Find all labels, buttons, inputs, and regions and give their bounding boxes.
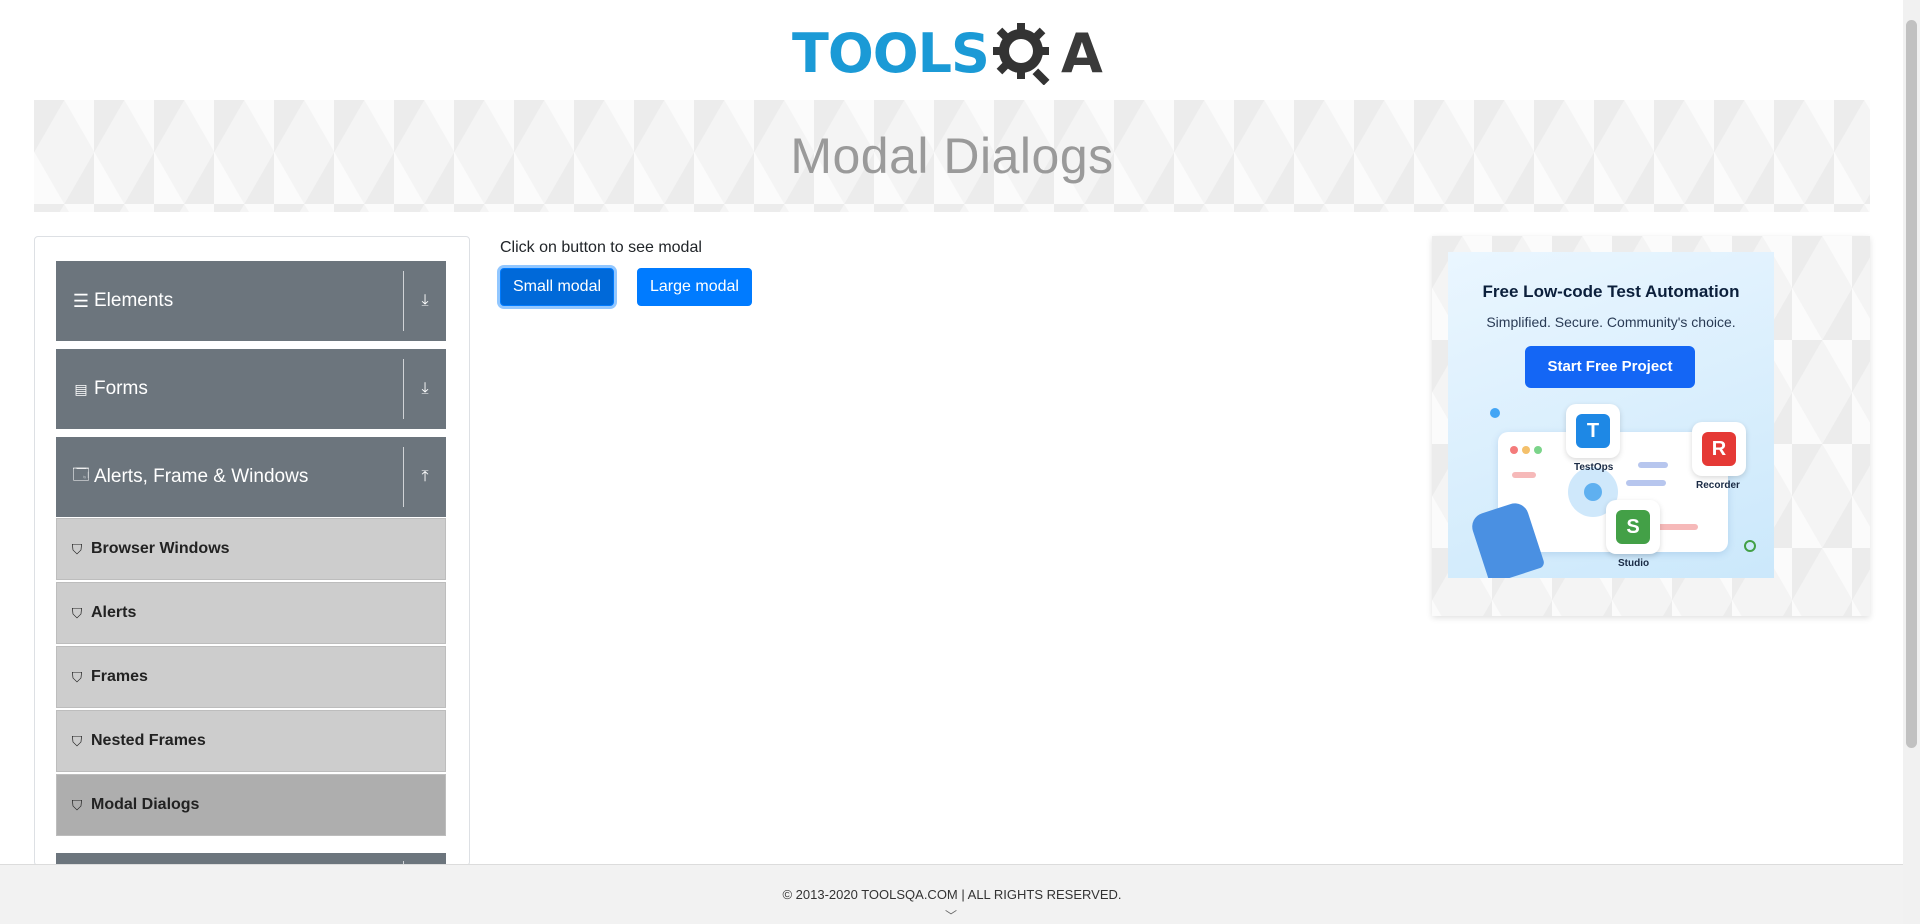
footer: © 2013-2020 TOOLSQA.COM | ALL RIGHTS RES… <box>0 864 1904 924</box>
dot-green <box>1534 446 1542 454</box>
small-modal-button[interactable]: Small modal <box>500 268 615 306</box>
bar <box>1626 480 1666 486</box>
html5-icon: ⛉ <box>71 604 83 621</box>
testops-tile: T <box>1566 404 1620 458</box>
html5-icon: ⛉ <box>71 796 83 813</box>
ad-container: Free Low-code Test Automation Simplified… <box>1432 236 1870 616</box>
html5-icon: ⛉ <box>71 732 83 749</box>
download-icon[interactable]: ⤓ <box>414 377 436 401</box>
html5-icon: ⛉ <box>71 540 83 557</box>
sidebar-group-elements[interactable]: ☰ Elements ⤓ <box>56 261 446 341</box>
logo-suffix: A <box>1060 21 1103 85</box>
bar <box>1512 472 1536 478</box>
instruction-text: Click on button to see modal <box>500 239 702 256</box>
large-modal-button[interactable]: Large modal <box>637 268 752 306</box>
toolsqa-logo[interactable]: TOOLS A <box>792 16 1116 90</box>
upload-icon[interactable]: ⤒ <box>414 465 436 489</box>
sidebar-item-nested-frames[interactable]: ⛉ Nested Frames <box>56 710 446 772</box>
testops-icon: T <box>1576 414 1610 448</box>
bar <box>1638 462 1668 468</box>
divider <box>403 271 404 331</box>
target-dot <box>1584 483 1602 501</box>
sidebar-group-label: 🗔 Alerts, Frame & Windows <box>72 464 308 491</box>
window-icon: 🗔 <box>72 466 90 484</box>
copyright-text: © 2013-2020 TOOLSQA.COM | ALL RIGHTS RES… <box>782 887 1122 902</box>
sidebar-item-browser-windows[interactable]: ⛉ Browser Windows <box>56 518 446 580</box>
sidebar-group-label: ☰ Elements <box>72 290 173 312</box>
ad-title: Free Low-code Test Automation <box>1482 282 1740 301</box>
document-icon: ▤ <box>74 380 88 397</box>
download-icon[interactable]: ⤓ <box>414 289 436 313</box>
sidebar-item-label: Nested Frames <box>91 732 206 749</box>
gear-magnifier-icon <box>992 23 1050 85</box>
scrollbar-thumb[interactable] <box>1906 20 1917 748</box>
hamburger-icon: ☰ <box>72 290 90 311</box>
ad-banner[interactable]: Free Low-code Test Automation Simplified… <box>1448 252 1774 578</box>
logo-text: TOOLS <box>792 21 990 85</box>
studio-icon: S <box>1616 510 1650 544</box>
deco-dot <box>1490 408 1500 418</box>
sidebar-item-label: Frames <box>91 668 148 685</box>
deco-ring <box>1744 540 1756 552</box>
header: TOOLS A <box>0 0 1900 100</box>
dot-yellow <box>1522 446 1530 454</box>
sidebar-item-label: Modal Dialogs <box>91 796 200 813</box>
sidebar-item-frames[interactable]: ⛉ Frames <box>56 646 446 708</box>
ad-subtitle: Simplified. Secure. Community's choice. <box>1486 314 1736 330</box>
sidebar-group-label: ▤ Forms <box>72 378 148 400</box>
divider <box>403 359 404 419</box>
sidebar-group-alerts-label: Alerts, Frame & Windows <box>94 466 309 487</box>
recorder-icon: R <box>1702 432 1736 466</box>
recorder-tile: R <box>1692 422 1746 476</box>
sidebar-group-alerts[interactable]: 🗔 Alerts, Frame & Windows ⤒ <box>56 437 446 517</box>
sidebar-group-forms[interactable]: ▤ Forms ⤓ <box>56 349 446 429</box>
sidebar-item-label: Browser Windows <box>91 540 230 557</box>
sidebar-group-elements-label: Elements <box>94 290 174 311</box>
studio-label: Studio <box>1618 558 1650 569</box>
sidebar-group-forms-label: Forms <box>94 378 148 399</box>
dot-red <box>1510 446 1518 454</box>
page-banner: Modal Dialogs <box>34 100 1870 212</box>
recorder-label: Recorder <box>1696 480 1740 491</box>
divider <box>403 447 404 507</box>
page-title: Modal Dialogs <box>790 128 1114 184</box>
scrollbar[interactable] <box>1903 0 1920 924</box>
chevron-down-icon[interactable]: ﹀ <box>945 907 957 924</box>
sidebar-item-modal-dialogs[interactable]: ⛉ Modal Dialogs <box>56 774 446 836</box>
start-free-project-button[interactable]: Start Free Project <box>1525 346 1695 388</box>
html5-icon: ⛉ <box>71 668 83 685</box>
sidebar: ☰ Elements ⤓ ▤ Forms ⤓ 🗔 Alerts, Frame &… <box>34 236 470 866</box>
sidebar-item-alerts[interactable]: ⛉ Alerts <box>56 582 446 644</box>
studio-tile: S <box>1606 500 1660 554</box>
sidebar-item-label: Alerts <box>91 604 137 621</box>
testops-label: TestOps <box>1574 462 1614 473</box>
